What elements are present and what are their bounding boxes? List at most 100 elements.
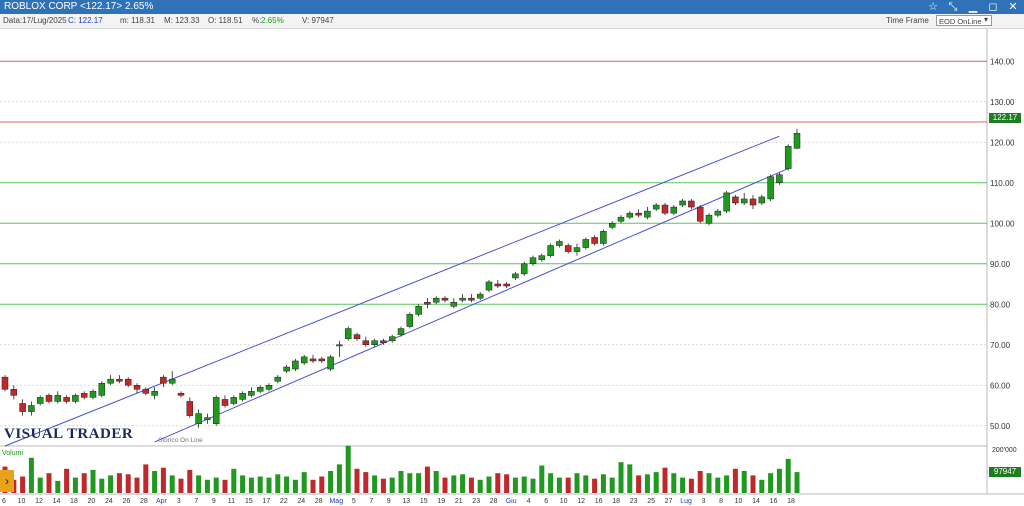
candle-up — [459, 297, 466, 301]
x-tick-label: 28 — [490, 498, 498, 505]
candle-down — [635, 212, 642, 216]
candle-up — [406, 314, 414, 327]
x-tick-label: 3 — [702, 498, 706, 505]
volume-bar — [372, 475, 378, 493]
volume-bar — [90, 469, 96, 493]
volume-bar — [477, 479, 483, 493]
volume-bar — [20, 476, 26, 493]
candle-up — [556, 241, 563, 246]
candle-up — [450, 301, 458, 307]
volume-bar — [776, 468, 782, 493]
candle-down — [45, 395, 53, 402]
candle-down — [318, 358, 326, 362]
volume-bar — [292, 479, 298, 493]
volume-bar — [653, 472, 659, 493]
volume-bar — [266, 477, 272, 493]
volume-bar — [116, 473, 122, 493]
x-tick-label: 14 — [53, 498, 61, 505]
x-tick-label: 28 — [315, 498, 323, 505]
volume-bar — [363, 472, 369, 493]
candle-up — [300, 356, 308, 364]
volume-bar — [768, 473, 774, 493]
volume-bar — [319, 476, 325, 493]
candle-down — [564, 245, 572, 252]
volume-bar — [785, 458, 791, 493]
candle-up — [204, 417, 211, 420]
candle-up — [652, 204, 660, 210]
volume-bar — [328, 471, 334, 493]
candle-up — [723, 192, 730, 212]
candle-up — [758, 196, 766, 204]
volume-bar — [240, 475, 246, 493]
y-tick-label: 50.00 — [990, 422, 1011, 431]
candle-down — [309, 358, 317, 362]
volume-bar — [213, 477, 219, 493]
volume-bar — [424, 466, 430, 493]
volume-bar — [732, 468, 738, 493]
volume-bar — [72, 477, 78, 493]
volume-bar — [697, 471, 703, 493]
arrow-right-icon[interactable]: › — [0, 470, 14, 492]
x-tick-label: 23 — [472, 498, 480, 505]
volume-bar — [275, 474, 281, 493]
volume-axis-top-label: 200'000 — [992, 447, 1017, 454]
candle-up — [679, 200, 686, 206]
volume-bar — [187, 469, 193, 493]
candle-down — [133, 385, 141, 390]
volume-bar — [539, 465, 545, 493]
candle-up — [168, 378, 176, 384]
x-tick-label: 10 — [735, 498, 743, 505]
volume-bar — [688, 478, 694, 493]
volume-bar — [583, 475, 589, 493]
volume-bar — [468, 477, 474, 493]
candle-up — [538, 255, 546, 260]
y-tick-label: 90.00 — [990, 260, 1011, 269]
x-tick-label: 17 — [262, 498, 270, 505]
volume-bar — [592, 478, 598, 493]
volume-bar — [504, 474, 510, 493]
last-volume-badge: 97947 — [989, 467, 1021, 477]
candle-up — [617, 216, 625, 222]
x-tick-label: 8 — [719, 498, 723, 505]
candle-up — [520, 263, 528, 275]
x-tick-label: 18 — [612, 498, 620, 505]
storico-label: Storico On Line — [158, 437, 203, 444]
candle-up — [98, 382, 106, 396]
volume-bar — [495, 473, 501, 493]
volume-bar — [680, 477, 686, 493]
volume-bar — [636, 475, 642, 493]
volume-bar — [442, 477, 448, 493]
candle-down — [468, 297, 475, 301]
volume-bar — [354, 468, 360, 493]
volume-bar — [380, 478, 386, 493]
candle-up — [89, 391, 97, 398]
volume-bar — [759, 479, 765, 493]
volume-bar — [284, 476, 290, 493]
candle-up — [397, 328, 405, 335]
candle-up — [547, 245, 554, 256]
candle-up — [573, 247, 581, 252]
x-tick-label: 9 — [387, 498, 391, 505]
volume-bar — [574, 473, 580, 493]
candle-up — [476, 293, 484, 299]
candle-up — [644, 210, 651, 218]
candle-up — [230, 397, 238, 404]
volume-bar — [160, 467, 166, 493]
x-tick-label: 9 — [212, 498, 216, 505]
candle-down — [380, 340, 387, 343]
x-tick-label: 16 — [595, 498, 603, 505]
volume-bar — [416, 473, 422, 493]
volume-bar — [556, 477, 562, 493]
candle-up — [626, 212, 634, 218]
volume-bar — [460, 474, 466, 493]
volume-bar — [99, 478, 105, 493]
volume-bar — [37, 477, 43, 493]
volume-bar — [196, 475, 202, 493]
x-tick-label: Lug — [680, 498, 692, 505]
volume-bar — [433, 471, 439, 493]
candle-down — [424, 301, 431, 305]
volume-bar — [627, 464, 633, 493]
candle-down — [688, 200, 695, 208]
x-tick-label: 24 — [105, 498, 113, 505]
candle-up — [72, 395, 79, 402]
